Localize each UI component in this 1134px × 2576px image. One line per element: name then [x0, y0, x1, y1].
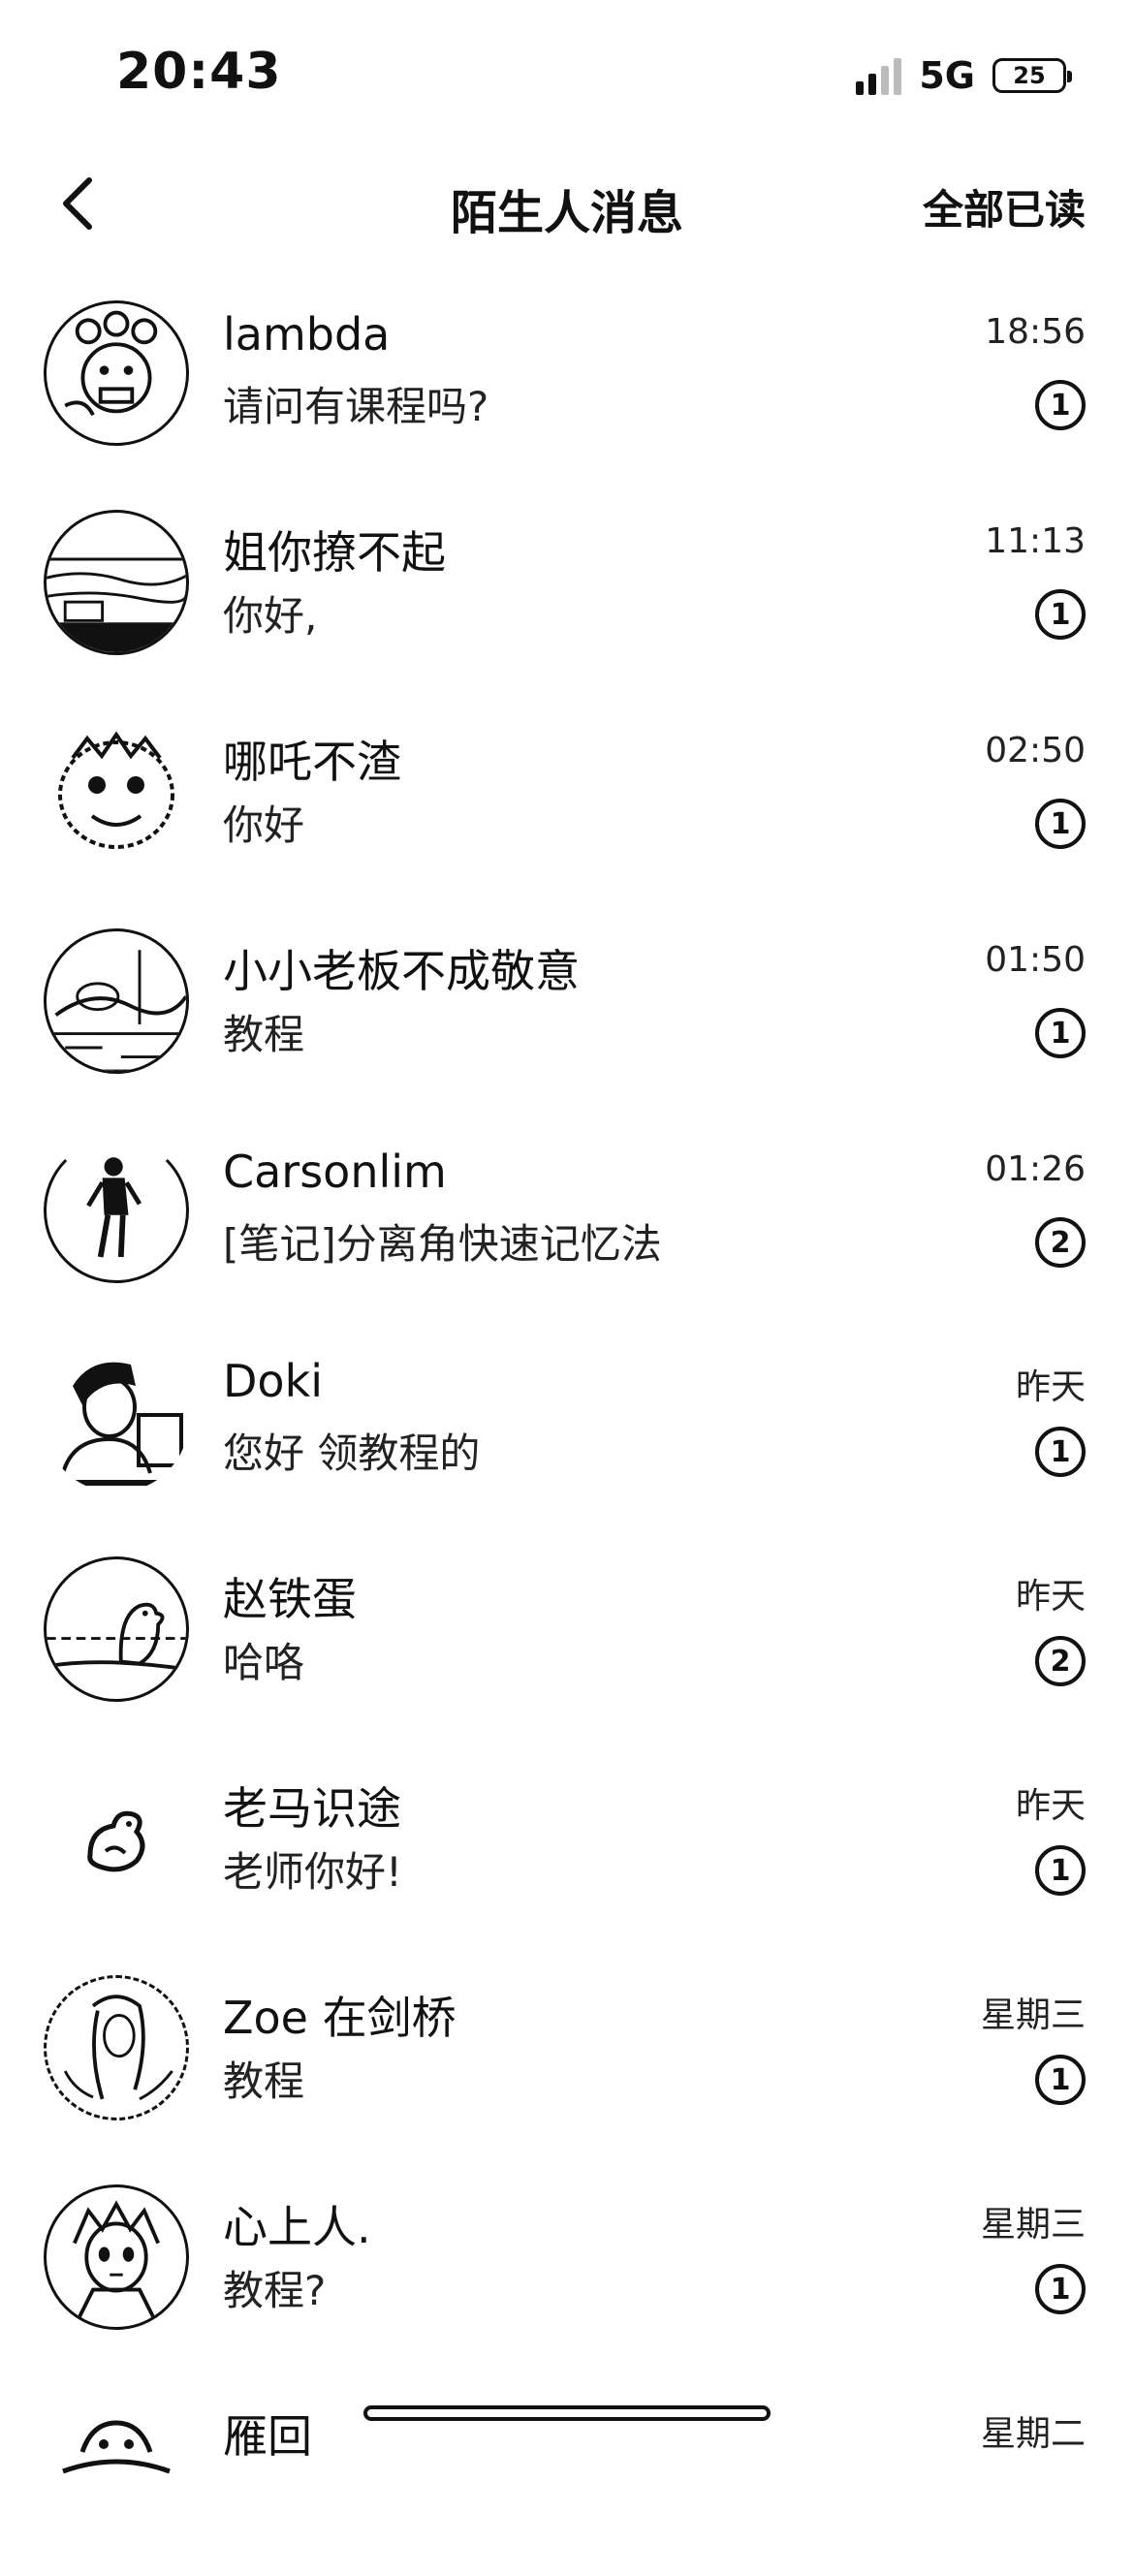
message-sender-name: 赵铁蛋 — [223, 1573, 357, 1625]
message-sender-name: 老马识途 — [223, 1782, 401, 1835]
figure-avatar-icon[interactable] — [44, 2394, 189, 2539]
status-bar: 20:43 5G 25 — [0, 0, 1134, 145]
home-indicator[interactable] — [363, 2405, 771, 2421]
message-sender-name: Doki — [223, 1355, 323, 1407]
person-standing-avatar-icon[interactable] — [44, 1138, 189, 1283]
unread-badge: 1 — [1035, 1008, 1086, 1058]
message-item[interactable]: Zoe 在剑桥 教程 星期三 1 — [0, 1948, 1134, 2157]
message-item[interactable]: 心上人. 教程? 星期三 1 — [0, 2157, 1134, 2367]
message-preview: [笔记]分离角快速记忆法 — [223, 1220, 662, 1268]
message-time: 01:50 — [985, 940, 1086, 980]
network-label: 5G — [919, 54, 975, 97]
message-preview: 请问有课程吗? — [223, 383, 489, 430]
anime-avatar-icon[interactable] — [44, 2184, 189, 2330]
cartoon-avatar-icon[interactable] — [44, 300, 189, 446]
unread-badge: 1 — [1035, 799, 1086, 849]
bird-landscape-avatar-icon[interactable] — [44, 1556, 189, 1702]
message-sender-name: 雁回 — [223, 2410, 312, 2463]
message-time: 昨天 — [1015, 1786, 1086, 1826]
unread-badge: 1 — [1035, 589, 1086, 640]
message-preview: 教程 — [223, 2058, 305, 2105]
message-time: 昨天 — [1015, 1367, 1086, 1407]
battery-icon: 25 — [992, 58, 1072, 93]
message-item[interactable]: 姐你撩不起 你好, 11:13 1 — [0, 483, 1134, 692]
message-item[interactable]: Doki 您好 领教程的 昨天 1 — [0, 1320, 1134, 1529]
message-time: 星期三 — [980, 2205, 1086, 2245]
message-item[interactable]: 雁回 星期二 — [0, 2367, 1134, 2576]
unread-badge: 1 — [1035, 2264, 1086, 2314]
unread-badge: 2 — [1035, 1636, 1086, 1686]
message-preview: 您好 领教程的 — [223, 1429, 481, 1477]
unread-badge: 1 — [1035, 2055, 1086, 2105]
painting-avatar-icon[interactable] — [44, 928, 189, 1074]
message-preview: 你好 — [223, 801, 305, 849]
illustrated-person-avatar-icon[interactable] — [44, 1347, 189, 1492]
message-time: 11:13 — [985, 521, 1086, 561]
message-time: 星期三 — [980, 1995, 1086, 2035]
message-list: lambda 请问有课程吗? 18:56 1 姐你撩不起 你好, 11:13 1 — [0, 273, 1134, 2576]
message-time: 昨天 — [1015, 1577, 1086, 1617]
message-item[interactable]: Carsonlim [笔记]分离角快速记忆法 01:26 2 — [0, 1111, 1134, 1320]
battery-level: 25 — [1013, 62, 1046, 89]
lion-mask-avatar-icon[interactable] — [44, 719, 189, 864]
seascape-avatar-icon[interactable] — [44, 510, 189, 655]
message-item[interactable]: 老马识途 老师你好! 昨天 1 — [0, 1739, 1134, 1948]
message-item[interactable]: lambda 请问有课程吗? 18:56 1 — [0, 273, 1134, 483]
message-preview: 哈咯 — [223, 1639, 305, 1686]
status-indicators: 5G 25 — [856, 54, 1072, 97]
unread-badge: 1 — [1035, 1845, 1086, 1896]
nav-bar: 陌生人消息 全部已读 — [0, 145, 1134, 262]
message-preview: 老师你好! — [223, 1848, 402, 1896]
message-sender-name: Zoe 在剑桥 — [223, 1992, 457, 2044]
message-sender-name: 姐你撩不起 — [223, 526, 446, 579]
message-sender-name: lambda — [223, 308, 391, 361]
message-item[interactable]: 赵铁蛋 哈咯 昨天 2 — [0, 1529, 1134, 1739]
message-sender-name: 哪吒不渣 — [223, 736, 401, 788]
message-preview: 你好, — [223, 592, 318, 640]
message-item[interactable]: 小小老板不成敬意 教程 01:50 1 — [0, 901, 1134, 1111]
status-time: 20:43 — [116, 43, 282, 101]
unread-badge: 2 — [1035, 1217, 1086, 1268]
unread-badge: 1 — [1035, 1427, 1086, 1477]
message-preview: 教程? — [223, 2267, 327, 2314]
message-time: 星期二 — [980, 2414, 1086, 2454]
message-sender-name: Carsonlim — [223, 1146, 447, 1198]
message-preview: 教程 — [223, 1011, 305, 1058]
portrait-sketch-avatar-icon[interactable] — [44, 1975, 189, 2120]
unread-badge: 1 — [1035, 380, 1086, 430]
bird-avatar-icon[interactable] — [44, 1766, 189, 1911]
message-item[interactable]: 哪吒不渣 你好 02:50 1 — [0, 692, 1134, 901]
message-sender-name: 心上人. — [223, 2201, 371, 2253]
message-sender-name: 小小老板不成敬意 — [223, 945, 580, 997]
message-time: 01:26 — [985, 1149, 1086, 1189]
message-time: 18:56 — [985, 312, 1086, 352]
message-time: 02:50 — [985, 731, 1086, 770]
signal-icon — [856, 56, 902, 95]
mark-all-read-button[interactable]: 全部已读 — [923, 177, 1086, 236]
